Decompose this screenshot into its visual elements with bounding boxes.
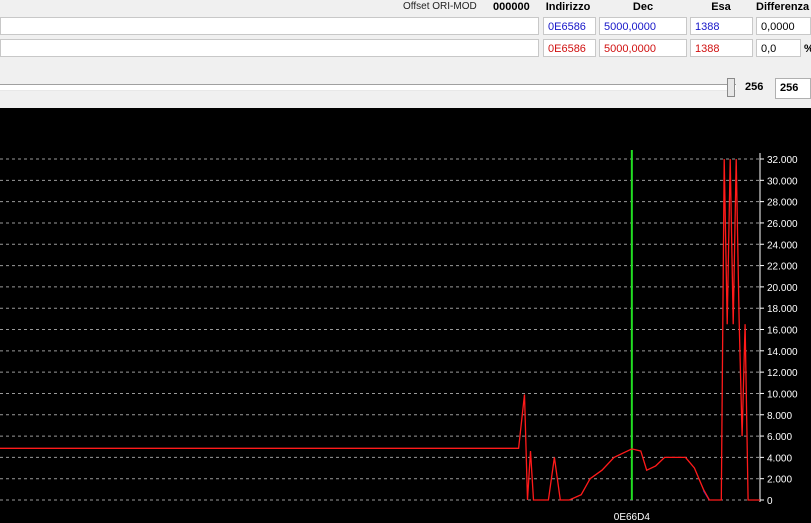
- y-tick-label: 24.000: [767, 240, 798, 251]
- modified-dec-field[interactable]: 5000,0000: [599, 39, 687, 57]
- zoom-value-label: 256: [745, 81, 764, 93]
- y-tick-label: 16.000: [767, 326, 798, 337]
- modified-diff-field[interactable]: 0,0: [756, 39, 801, 57]
- y-tick-label: 32.000: [767, 155, 798, 166]
- y-tick-label: 10.000: [767, 389, 798, 400]
- y-tick-label: 22.000: [767, 262, 798, 273]
- dec-column-header: Dec: [632, 1, 654, 13]
- zoom-value-input[interactable]: 256: [775, 78, 811, 99]
- y-tick-label: 20.000: [767, 283, 798, 294]
- y-tick-label: 14.000: [767, 347, 798, 358]
- offset-value: 000000: [493, 1, 530, 13]
- original-hex-field[interactable]: 1388: [690, 17, 753, 35]
- original-diff-field[interactable]: 0,0000: [756, 17, 811, 35]
- zoom-slider-row: 256 256: [0, 72, 811, 104]
- modified-hex-field[interactable]: 1388: [690, 39, 753, 57]
- zoom-slider-track[interactable]: [0, 84, 736, 91]
- y-tick-label: 8.000: [767, 411, 792, 422]
- offset-label: Offset ORI-MOD: [403, 1, 477, 12]
- y-tick-label: 6.000: [767, 432, 792, 443]
- info-panel: Offset ORI-MOD 000000 Indirizzo Dec Esa …: [0, 0, 811, 64]
- diff-column-header: Differenza: [756, 1, 810, 13]
- y-tick-label: 4.000: [767, 453, 792, 464]
- y-tick-label: 0: [767, 496, 773, 507]
- y-tick-label: 18.000: [767, 304, 798, 315]
- y-tick-label: 12.000: [767, 368, 798, 379]
- address-column-header: Indirizzo: [545, 1, 591, 13]
- y-tick-label: 30.000: [767, 176, 798, 187]
- y-tick-label: 28.000: [767, 198, 798, 209]
- modified-address-field[interactable]: 0E6586: [543, 39, 596, 57]
- original-name-field[interactable]: [0, 17, 539, 35]
- original-dec-field[interactable]: 5000,0000: [599, 17, 687, 35]
- y-tick-label: 26.000: [767, 219, 798, 230]
- chart-canvas: 0 2.000 4.000 6.000 8.000 10.000 12.000 14.000 1…: [0, 150, 798, 523]
- percent-unit: %: [804, 43, 811, 55]
- modified-name-field[interactable]: [0, 39, 539, 57]
- map-chart[interactable]: 0 2.000 4.000 6.000 8.000 10.000 12.000 14.000 1…: [0, 108, 811, 523]
- hex-column-header: Esa: [711, 1, 731, 13]
- y-tick-label: 2.000: [767, 475, 792, 486]
- zoom-slider-thumb[interactable]: [727, 78, 735, 97]
- original-address-field[interactable]: 0E6586: [543, 17, 596, 35]
- cursor-address-label: 0E66D4: [614, 512, 651, 523]
